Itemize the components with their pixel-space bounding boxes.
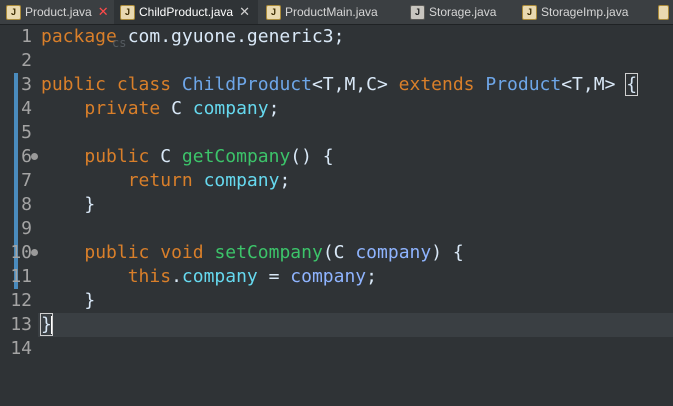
line-number: 1 (21, 26, 32, 47)
line-number: 3 (21, 74, 32, 95)
type: C (171, 98, 182, 119)
line-number: 13 (10, 314, 32, 335)
package-name: com.gyuone.generic3; (116, 26, 345, 47)
tab-storageimp-java[interactable]: J StorageImp.java (516, 0, 646, 24)
java-file-icon: J (522, 4, 537, 20)
keyword: this (127, 266, 172, 287)
tab-label: ChildProduct.java (139, 5, 234, 19)
line-number: 9 (21, 218, 32, 239)
code-editor[interactable]: 1 2 3 4 5 6 7 8 9 10 11 12 13 14 package… (0, 25, 673, 406)
ghost-text: cs (112, 36, 127, 50)
current-line-highlight (38, 313, 673, 337)
punct: } (84, 290, 96, 311)
punct: ; (366, 266, 377, 287)
keyword: public (84, 146, 150, 167)
code-line-10: public void setCompany(C company) { (41, 241, 464, 265)
method-name: getCompany (181, 146, 291, 167)
keyword: package (41, 26, 117, 47)
line-number: 7 (21, 170, 32, 191)
tab-product-java[interactable]: J Product.java ✕ (0, 0, 110, 24)
java-file-icon (658, 4, 669, 20)
code-line-7: return company; (41, 169, 291, 193)
line-number: 5 (21, 122, 32, 143)
text-cursor (50, 316, 52, 334)
tab-label: StorageImp.java (541, 5, 629, 19)
field: company (181, 266, 258, 287)
tab-label: Storage.java (429, 5, 497, 19)
method-name: setCompany (214, 242, 323, 263)
line-number: 10 (10, 242, 32, 263)
type: C (160, 146, 172, 167)
keyword: return (127, 170, 193, 191)
tab-label: Product.java (25, 5, 92, 19)
code-line-3: public class ChildProduct<T,M,C> extends… (41, 73, 639, 97)
code-line-1: package com.gyuone.generic3; (41, 25, 344, 49)
field: company (203, 170, 280, 191)
line-number: 2 (21, 50, 32, 71)
fold-toggle-icon[interactable] (31, 249, 38, 256)
keyword: extends (398, 74, 475, 95)
class-name: Product (485, 74, 562, 95)
line-number: 11 (10, 266, 32, 287)
operator: = (257, 266, 291, 287)
keyword: public (84, 242, 150, 263)
punct: . (171, 266, 182, 287)
code-line-8: } (41, 193, 95, 217)
code-line-12: } (41, 289, 95, 313)
parameter: company (290, 266, 367, 287)
line-number: 12 (10, 290, 32, 311)
java-interface-icon: J (410, 4, 425, 20)
code-line-4: private C company; (41, 97, 279, 121)
punct: ( (322, 242, 334, 263)
line-number: 4 (21, 98, 32, 119)
punct: } (84, 194, 96, 215)
code-line-13: } (40, 313, 53, 337)
java-file-icon: J (120, 4, 135, 20)
keyword: private (84, 98, 161, 119)
fold-toggle-icon[interactable] (31, 153, 38, 160)
line-number: 6 (21, 146, 32, 167)
parameter: company (355, 242, 432, 263)
type: C (333, 242, 345, 263)
keyword: public (41, 74, 107, 95)
line-number: 14 (10, 338, 32, 359)
keyword: class (116, 74, 172, 95)
close-icon[interactable]: ✕ (98, 4, 109, 20)
tab-label: ProductMain.java (285, 5, 378, 19)
punct: () { (290, 146, 334, 167)
code-line-6: public C getCompany() { (41, 145, 334, 169)
punct: ; (279, 170, 291, 191)
punct: ) { (431, 242, 464, 263)
type-params: <T,M> (561, 74, 616, 95)
java-file-icon: J (266, 4, 281, 20)
keyword: void (160, 242, 204, 263)
class-name: ChildProduct (181, 74, 312, 95)
close-icon[interactable]: ✕ (239, 4, 250, 20)
line-number: 8 (21, 194, 32, 215)
field: company (192, 98, 269, 119)
java-file-icon: J (6, 4, 21, 20)
tab-childproduct-java[interactable]: J ChildProduct.java ✕ (114, 0, 258, 24)
type-params: <T,M,C> (311, 74, 388, 95)
code-line-11: this.company = company; (41, 265, 377, 289)
punct: ; (268, 98, 280, 119)
tab-overflow[interactable] (652, 0, 673, 24)
matched-brace: { (625, 73, 639, 96)
editor-tab-bar: J Product.java ✕ J ChildProduct.java ✕ J… (0, 0, 673, 25)
tab-productmain-java[interactable]: J ProductMain.java (260, 0, 390, 24)
tab-storage-java[interactable]: J Storage.java (404, 0, 510, 24)
